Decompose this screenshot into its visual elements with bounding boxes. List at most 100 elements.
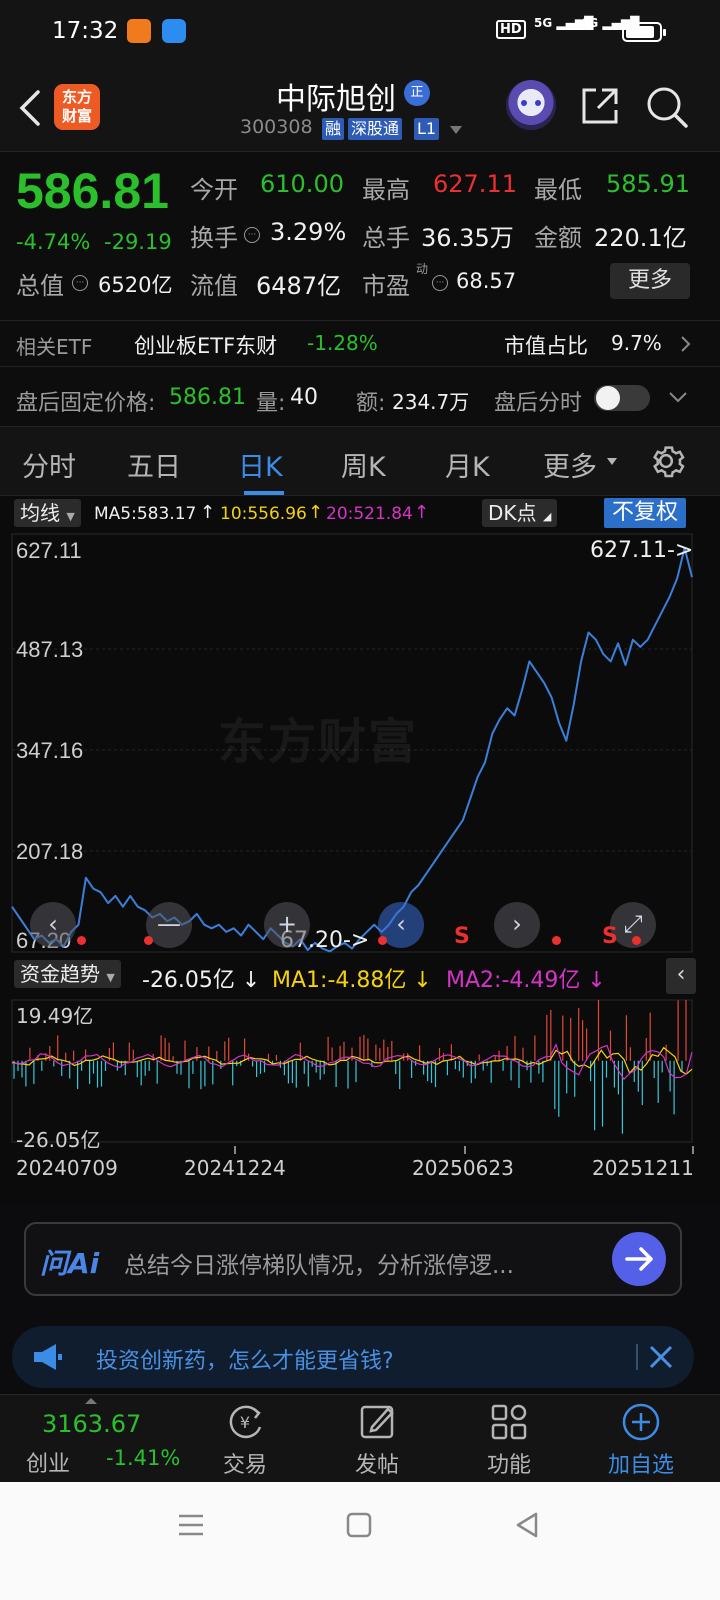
open-value: 610.00 <box>260 170 344 198</box>
y-tick-label: 487.13 <box>16 637 83 662</box>
active-tab-indicator <box>244 491 284 495</box>
tab-daily-k[interactable]: 日K <box>238 445 283 484</box>
turnover-info-icon[interactable]: ··· <box>244 224 260 243</box>
expand-chevron-icon[interactable] <box>668 391 688 405</box>
fund-flow-ma1: MA1:-4.88亿 ↓ <box>272 968 432 993</box>
chevron-right-icon[interactable] <box>680 335 692 353</box>
tab-intraday[interactable]: 分时 <box>22 445 76 484</box>
back-triangle-icon[interactable] <box>512 1510 542 1540</box>
eastmoney-logo[interactable]: 东方 财富 <box>54 84 100 130</box>
stock-header: 东方 财富 中际旭创 正 300308 融 深股通 L1 <box>0 64 720 152</box>
ask-ai-bar[interactable]: 问Ai 总结今日涨停梯队情况，分析涨停逻... <box>24 1222 682 1296</box>
change-percent: -4.74% <box>16 230 91 254</box>
after-vol: 40 <box>290 385 318 410</box>
after-timeshare-toggle[interactable] <box>594 385 650 411</box>
tab-more[interactable]: 更多 <box>543 445 597 484</box>
collapse-panel-icon[interactable]: ‹ <box>666 958 696 994</box>
fund-flow-ma2: MA2:-4.49亿 ↓ <box>446 968 606 993</box>
y-tick-label: 347.16 <box>16 738 83 763</box>
5g-label: 5G <box>534 16 553 30</box>
fund-flow-selector[interactable]: 资金趋势 ▼ <box>14 960 121 988</box>
zoom-in-icon[interactable]: + <box>264 902 310 948</box>
ask-ai-placeholder[interactable]: 总结今日涨停梯队情况，分析涨停逻... <box>124 1246 514 1280</box>
home-square-icon[interactable] <box>344 1510 374 1540</box>
signal-dot <box>77 936 86 945</box>
status-bar: 17:32 HD 5G ▂▄▆█ 4G ▂▄▆█ <box>0 0 720 64</box>
nav-trade[interactable]: ¥ 交易 <box>200 1395 290 1483</box>
tab-monthly-k[interactable]: 月K <box>445 445 490 484</box>
tab-five-day[interactable]: 五日 <box>127 445 181 484</box>
next-icon[interactable]: › <box>494 902 540 948</box>
change-amount: -29.19 <box>104 230 172 254</box>
close-icon[interactable] <box>648 1344 674 1370</box>
nav-functions[interactable]: 功能 <box>464 1395 554 1483</box>
nav-add-watchlist[interactable]: 加自选 <box>596 1395 686 1483</box>
logo-line2: 财富 <box>61 107 92 125</box>
svg-text:¥: ¥ <box>240 1413 250 1432</box>
promo-banner[interactable]: 投资创新药，怎么才能更省钱? <box>12 1326 694 1388</box>
period-tabs: 分时 五日 日K 周K 月K 更多 <box>0 426 720 496</box>
logo-line1: 东方 <box>61 88 92 106</box>
index-quote-widget[interactable]: 3163.67 创业 -1.41% <box>0 1395 190 1483</box>
float-label: 流值 <box>190 272 238 300</box>
ask-ai-logo: 问Ai <box>40 1247 100 1280</box>
settings-gear-icon[interactable] <box>646 441 686 481</box>
ma5-up-arrow: ↑ <box>200 502 216 523</box>
stock-code: 300308 <box>240 116 313 138</box>
fund-flow-selector-label: 资金趋势 <box>20 962 100 986</box>
add-circle-icon <box>622 1403 660 1441</box>
pe-dynamic-sup: 动 <box>416 262 429 276</box>
fund-flow-legend: 资金趋势 ▼ -26.05亿 ↓ MA1:-4.88亿 ↓ MA2:-4.49亿… <box>0 956 720 996</box>
share-icon[interactable] <box>578 84 622 128</box>
signal-dot <box>552 936 561 945</box>
after-timeshare-label: 盘后分时 <box>494 391 583 416</box>
after-vol-label: 量: <box>256 391 286 416</box>
quote-panel: 586.81 -4.74% -29.19 今开 610.00 最高 627.11… <box>0 152 720 320</box>
nav-trade-label: 交易 <box>222 1453 267 1478</box>
fund-flow-chart[interactable] <box>0 996 720 1146</box>
etf-row[interactable]: 相关ETF 创业板ETF东财 -1.28% 市值占比 9.7% <box>0 320 720 366</box>
robot-assistant-icon[interactable] <box>506 80 556 130</box>
dropdown-triangle-icon[interactable] <box>448 124 464 136</box>
ma5-value: MA5:583.17 <box>94 504 197 524</box>
adjust-button[interactable]: 不复权 <box>604 498 687 528</box>
after-hours-row: 盘后固定价格: 586.81 量: 40 额: 234.7万 盘后分时 <box>0 366 720 426</box>
date-tick: 20250623 <box>412 1156 514 1180</box>
dk-button[interactable]: DK点 ◢ <box>482 499 558 527</box>
mktcap-info-icon[interactable]: ··· <box>72 272 88 291</box>
nav-add-watchlist-label: 加自选 <box>607 1453 674 1478</box>
etf-label: 相关ETF <box>16 335 93 359</box>
nav-functions-label: 功能 <box>486 1453 531 1478</box>
low-label: 最低 <box>534 176 582 204</box>
scroll-left-icon[interactable]: ‹ <box>30 902 76 948</box>
mktcap-value: 6520亿 <box>98 273 173 297</box>
pe-info-icon[interactable]: ··· <box>432 272 448 291</box>
volume-value: 36.35万 <box>421 224 514 252</box>
stock-name[interactable]: 中际旭创 <box>276 74 396 118</box>
index-name: 创业 <box>26 1452 71 1477</box>
low-value: 585.91 <box>606 170 690 198</box>
more-triangle-icon <box>607 458 617 465</box>
menu-icon[interactable] <box>176 1510 206 1540</box>
margin-tag: 融 <box>322 118 345 140</box>
level1-tag: L1 <box>414 118 440 140</box>
nav-post[interactable]: 发帖 <box>332 1395 422 1483</box>
max-price-marker: 627.11-> <box>590 538 694 563</box>
fund-flow-ymax: 19.49亿 <box>16 1004 94 1028</box>
banner-text[interactable]: 投资创新药，怎么才能更省钱? <box>96 1343 394 1375</box>
turnover-value: 3.29% <box>270 218 347 246</box>
ma-selector[interactable]: 均线 ▼ <box>14 499 81 527</box>
back-chevron-icon[interactable] <box>16 88 42 128</box>
ma-selector-label: 均线 <box>20 501 60 525</box>
signal-dot <box>378 936 387 945</box>
search-icon[interactable] <box>644 84 690 130</box>
etf-name: 创业板ETF东财 <box>134 334 278 358</box>
banner-divider <box>636 1344 638 1370</box>
fund-flow-ma1-text: MA1:-4.88亿 <box>272 968 407 993</box>
more-button[interactable]: 更多 <box>610 263 690 299</box>
ask-ai-send-button[interactable] <box>612 1232 666 1286</box>
tab-weekly-k[interactable]: 周K <box>341 445 386 484</box>
mktcap-ratio-value: 9.7% <box>611 331 662 355</box>
fund-flow-ma2-text: MA2:-4.49亿 <box>446 968 581 993</box>
kline-chart-area[interactable]: 均线 ▼ MA5:583.17 ↑ 10:556.96 ↑ 20:521.84 … <box>0 496 720 1204</box>
